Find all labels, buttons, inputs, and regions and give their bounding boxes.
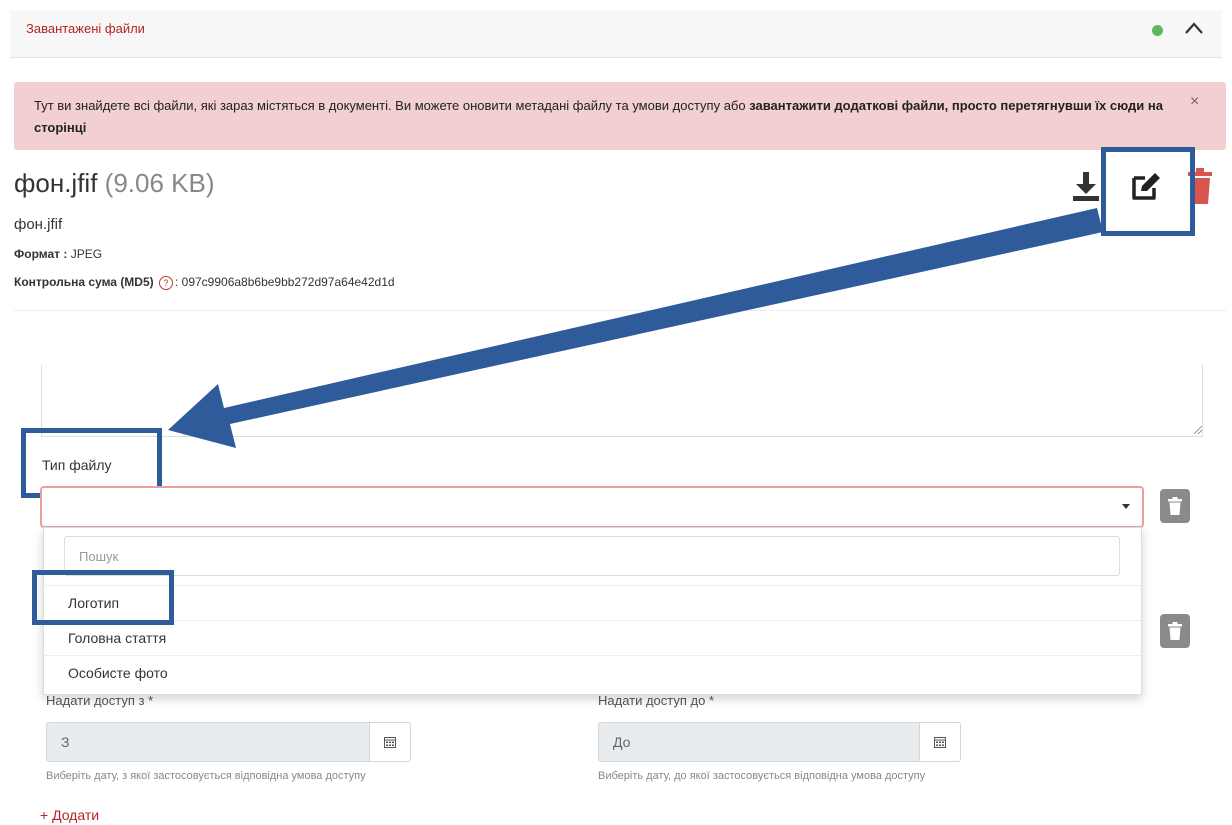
option-logo[interactable]: Логотип: [44, 585, 1141, 620]
alert-text: Тут ви знайдете всі файли, які зараз міс…: [34, 98, 750, 113]
file-md5: Контрольна сума (MD5) ?: 097c9906a8b6be9…: [14, 275, 395, 290]
access-to-input[interactable]: До: [598, 722, 920, 762]
file-title: фон.jfif (9.06 KB): [14, 168, 215, 199]
md5-label: Контрольна сума (MD5): [14, 275, 154, 289]
file-format: Формат : JPEG: [14, 247, 102, 261]
calendar-button[interactable]: [919, 722, 961, 762]
add-link[interactable]: + Додати: [40, 807, 99, 823]
calendar-icon: [934, 737, 946, 748]
access-to-help: Виберіть дату, до якої застосовується ві…: [598, 770, 926, 782]
file-type-select[interactable]: [40, 486, 1144, 528]
access-from-input[interactable]: З: [46, 722, 370, 762]
file-size: (9.06 KB): [104, 168, 215, 198]
file-title-name: фон.jfif: [14, 168, 98, 198]
panel-title: Завантажені файли: [26, 21, 145, 36]
search-input[interactable]: [64, 536, 1120, 576]
check-circle-icon: [1152, 25, 1163, 36]
close-icon[interactable]: ×: [1190, 93, 1199, 111]
divider: [14, 310, 1226, 311]
download-icon[interactable]: [1071, 170, 1101, 202]
format-value: JPEG: [70, 247, 103, 261]
option-main-article[interactable]: Головна стаття: [44, 620, 1141, 655]
md5-value: : 097c9906a8b6be9bb272d97a64e42d1d: [174, 275, 395, 289]
option-highlight-box: [32, 570, 174, 625]
option-personal-photo[interactable]: Особисте фото: [44, 655, 1141, 690]
access-from-help: Виберіть дату, з якої застосовується від…: [46, 770, 366, 782]
file-name: фон.jfif: [14, 216, 63, 233]
trash-icon[interactable]: [1160, 614, 1190, 648]
edit-highlight-box: [1101, 147, 1195, 236]
access-from-label: Надати доступ з *: [46, 693, 154, 708]
chevron-up-icon[interactable]: [1182, 18, 1206, 38]
access-to-label: Надати доступ до *: [598, 693, 715, 708]
description-textarea[interactable]: [41, 365, 1203, 437]
caret-down-icon: [1122, 504, 1130, 509]
resize-grip-icon[interactable]: [1192, 424, 1202, 434]
format-label: Формат :: [14, 247, 68, 261]
files-panel-header[interactable]: [10, 10, 1222, 58]
help-icon[interactable]: ?: [158, 275, 173, 290]
calendar-button[interactable]: [369, 722, 411, 762]
calendar-icon: [384, 737, 396, 748]
info-alert: Тут ви знайдете всі файли, які зараз міс…: [14, 82, 1226, 150]
trash-icon[interactable]: [1160, 489, 1190, 523]
